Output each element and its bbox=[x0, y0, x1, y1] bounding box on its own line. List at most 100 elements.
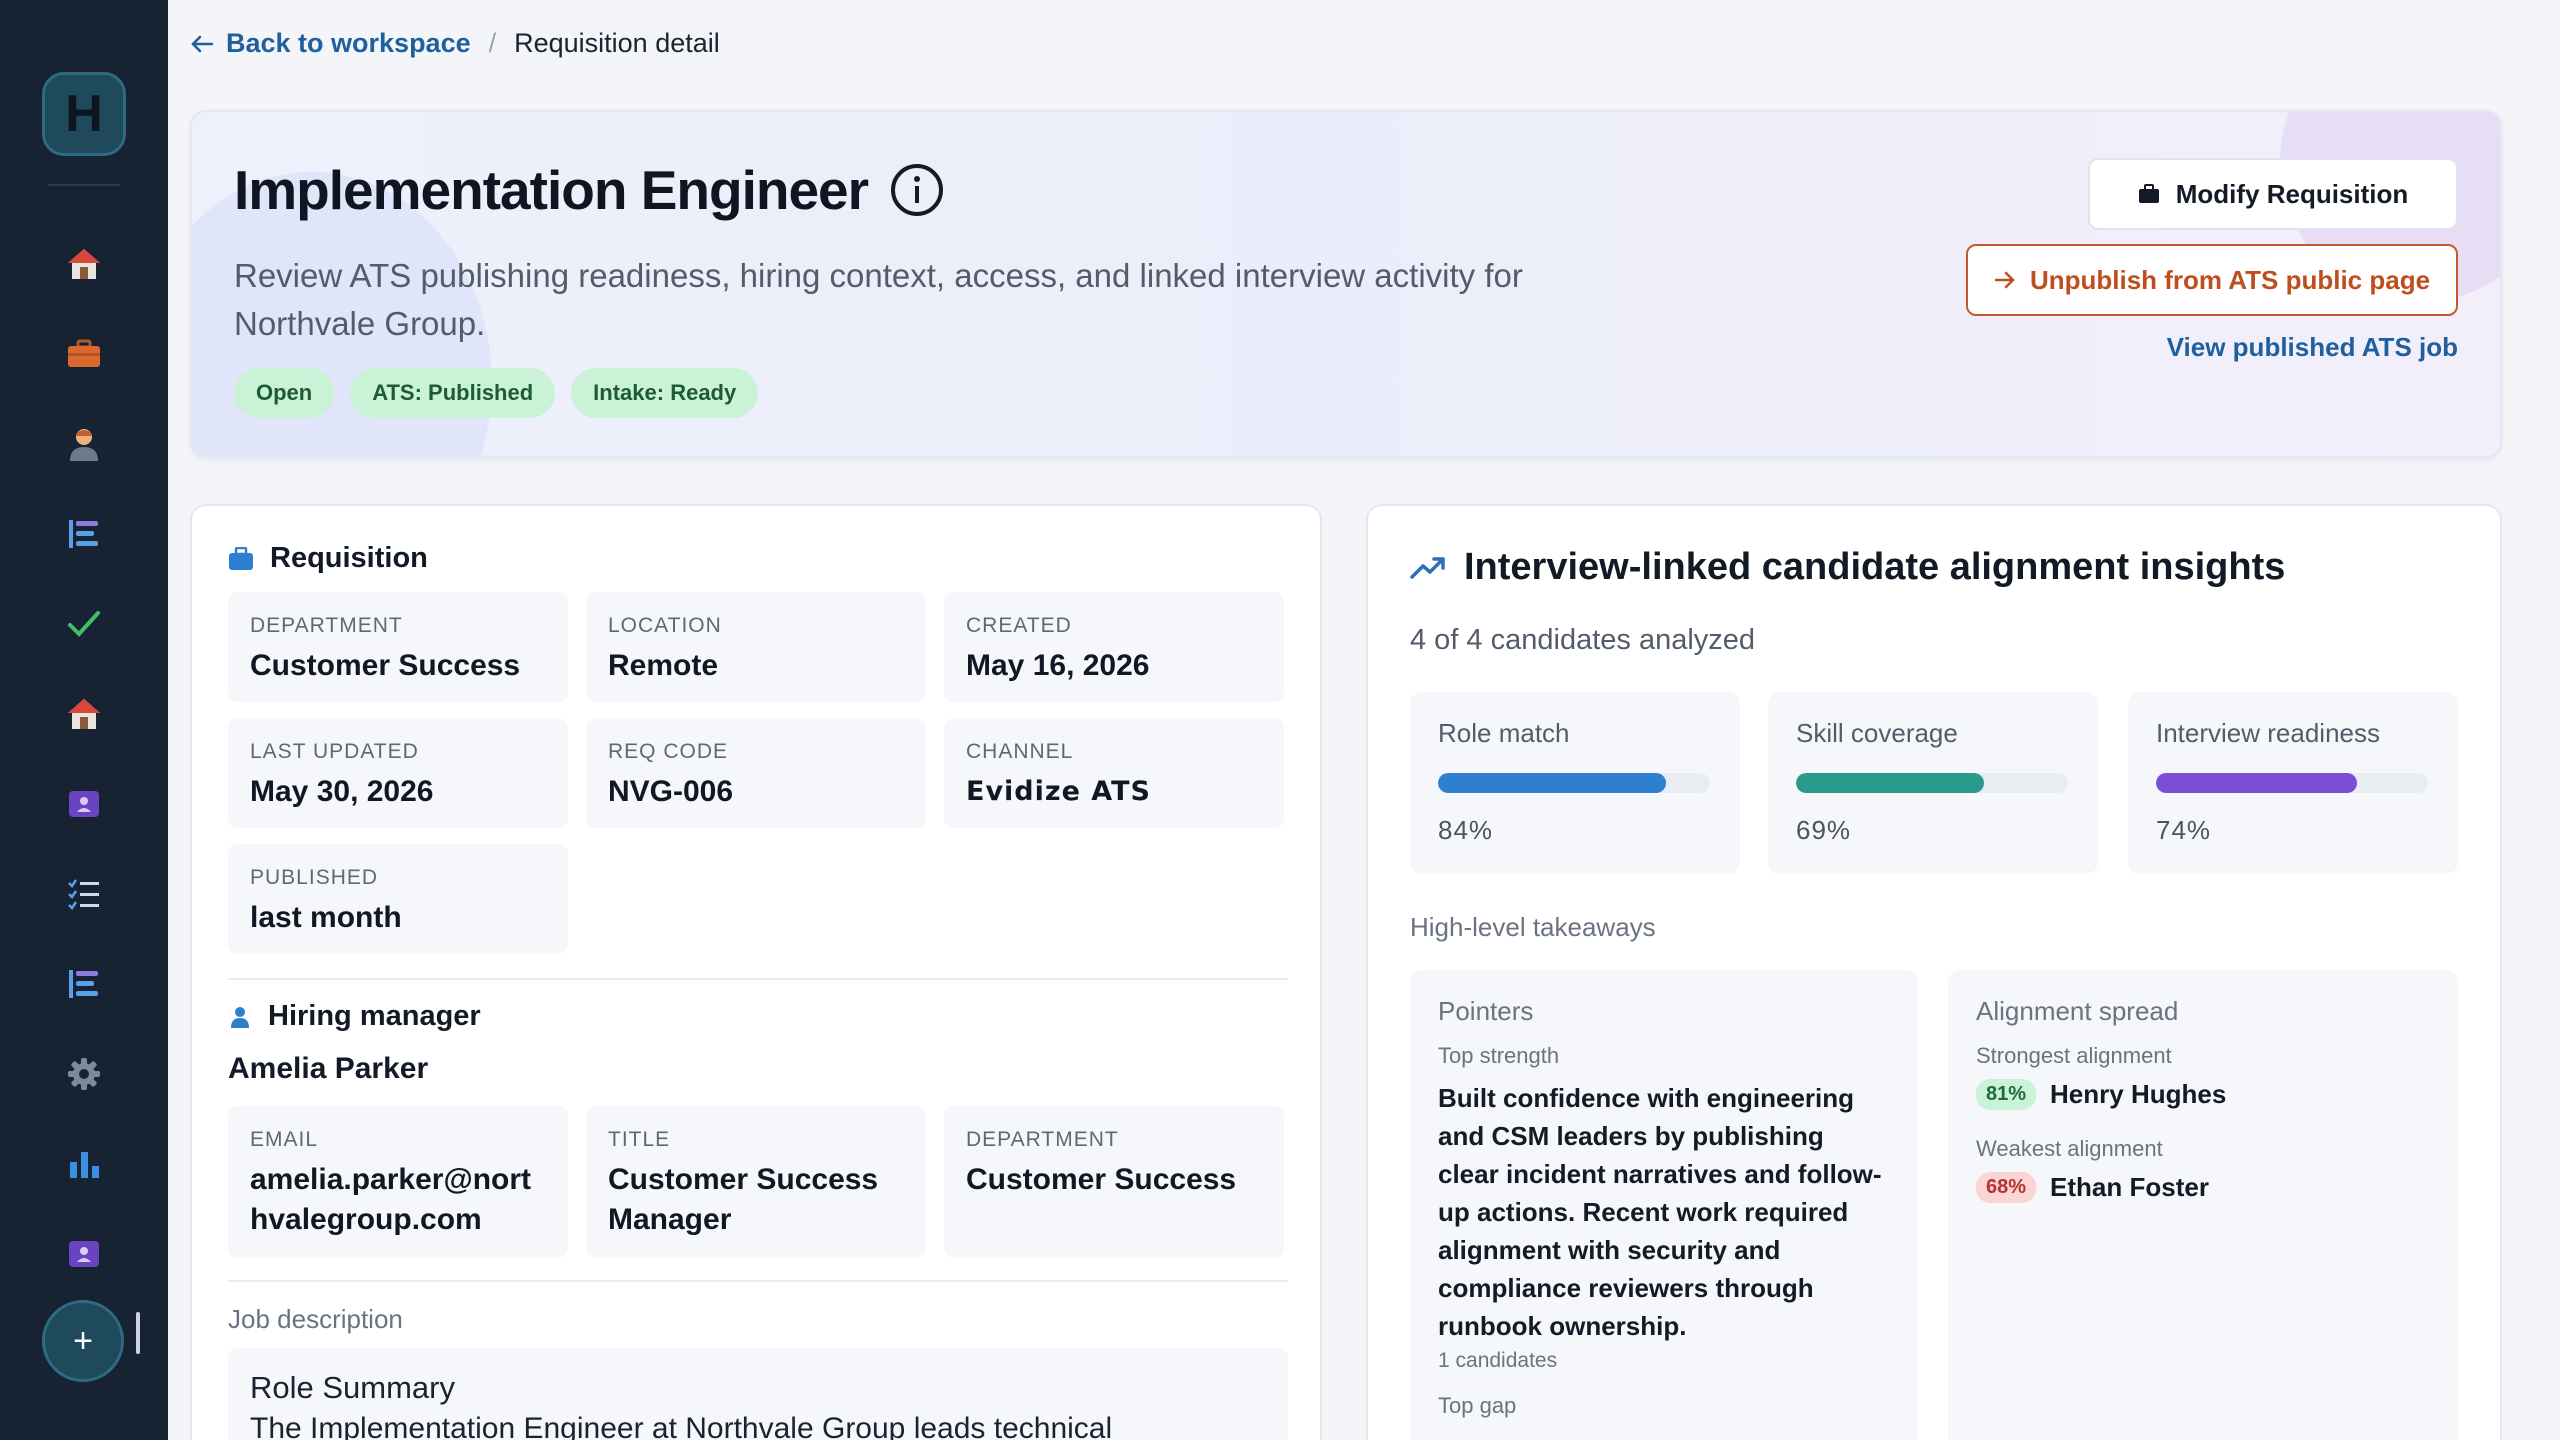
field-value: May 16, 2026 bbox=[966, 649, 1150, 682]
field-value: last month bbox=[250, 901, 402, 934]
metric-role-match: Role match 84% bbox=[1410, 692, 1740, 874]
field-label: Department bbox=[250, 614, 403, 637]
metric-skill-coverage: Skill coverage 69% bbox=[1768, 692, 2098, 874]
strongest-alignment-label: Strongest alignment bbox=[1976, 1043, 2172, 1068]
sidebar-resize-handle[interactable] bbox=[136, 1312, 140, 1354]
metric-bar-fill bbox=[1438, 773, 1667, 793]
strongest-alignment-row[interactable]: 81% Henry Hughes bbox=[1976, 1079, 2430, 1110]
field-published: Published last month bbox=[228, 844, 568, 954]
alignment-spread-title: Alignment spread bbox=[1976, 996, 2179, 1026]
arrow-right-icon bbox=[1994, 271, 2015, 289]
checklist-icon[interactable] bbox=[64, 874, 104, 914]
page-title-text: Implementation Engineer bbox=[234, 159, 869, 221]
job-description-label: Job description bbox=[228, 1304, 403, 1334]
add-button[interactable]: + bbox=[42, 1300, 124, 1382]
info-icon[interactable] bbox=[890, 163, 944, 217]
list-icon[interactable] bbox=[64, 514, 104, 554]
home-icon[interactable] bbox=[64, 694, 104, 734]
pointers-panel: Pointers Top strength Built confidence w… bbox=[1410, 970, 1918, 1440]
page-subtitle: Review ATS publishing readiness, hiring … bbox=[234, 257, 1523, 342]
metric-value: 84% bbox=[1438, 815, 1494, 845]
status-badge: Open bbox=[234, 368, 335, 418]
view-published-job-link[interactable]: View published ATS job bbox=[2167, 332, 2458, 363]
top-strength-count: 1 candidates bbox=[1438, 1349, 1558, 1372]
top-strength-label: Top strength bbox=[1438, 1043, 1560, 1068]
metric-label: Skill coverage bbox=[1796, 718, 1958, 748]
field-value: Remote bbox=[608, 649, 719, 682]
candidates-analyzed: 4 of 4 candidates analyzed bbox=[1410, 624, 1756, 656]
job-description-heading: Role Summary bbox=[250, 1370, 455, 1405]
field-label: Last updated bbox=[250, 740, 419, 763]
field-req-code: Req code NVG-006 bbox=[586, 718, 926, 828]
breadcrumb-separator: / bbox=[488, 28, 497, 58]
field-value: May 30, 2026 bbox=[250, 775, 434, 808]
briefcase-icon[interactable] bbox=[64, 334, 104, 374]
metric-bar bbox=[2156, 773, 2428, 793]
status-badges: Open ATS: Published Intake: Ready bbox=[234, 368, 759, 418]
weakest-alignment-row[interactable]: 68% Ethan Foster bbox=[1976, 1172, 2430, 1203]
metric-bar-fill bbox=[2156, 773, 2358, 793]
field-label: Channel bbox=[966, 740, 1074, 763]
hiring-manager-heading: Hiring manager bbox=[228, 1000, 481, 1033]
field-title: Title Customer Success Manager bbox=[586, 1106, 926, 1258]
field-label: Email bbox=[250, 1128, 319, 1151]
field-label: Created bbox=[966, 614, 1072, 637]
home-icon[interactable] bbox=[64, 244, 104, 284]
hiring-manager-heading-text: Hiring manager bbox=[268, 1000, 481, 1032]
top-strength-text: Built confidence with engineering and CS… bbox=[1438, 1083, 1882, 1341]
breadcrumb-current: Requisition detail bbox=[514, 28, 720, 58]
app-logo[interactable]: H bbox=[42, 72, 126, 156]
breadcrumb: Back to workspace / Requisition detail bbox=[190, 28, 720, 59]
arrow-left-icon bbox=[191, 35, 214, 52]
metric-bar bbox=[1796, 773, 2068, 793]
insights-heading: Interview-linked candidate alignment ins… bbox=[1410, 546, 2285, 589]
metric-label: Interview readiness bbox=[2156, 718, 2380, 748]
requisition-hero: Implementation Engineer Review ATS publi… bbox=[190, 110, 2502, 458]
candidate-name: Henry Hughes bbox=[2050, 1079, 2227, 1109]
back-to-workspace-link[interactable]: Back to workspace bbox=[190, 28, 471, 59]
check-icon[interactable] bbox=[64, 604, 104, 644]
field-value: Customer Success bbox=[966, 1163, 1237, 1196]
modify-requisition-label: Modify Requisition bbox=[2175, 178, 2409, 209]
briefcase-icon bbox=[2138, 184, 2159, 203]
modify-requisition-button[interactable]: Modify Requisition bbox=[2088, 158, 2458, 230]
alignment-spread-panel: Alignment spread Strongest alignment 81%… bbox=[1948, 970, 2458, 1440]
field-email: Email amelia.parker@northvalegroup.com bbox=[228, 1106, 568, 1258]
job-description-box: Role Summary The Implementation Engineer… bbox=[228, 1348, 1288, 1440]
briefcase-icon bbox=[229, 546, 253, 570]
requisition-card: Requisition Department Customer Success … bbox=[190, 504, 1322, 1440]
metric-interview-readiness: Interview readiness 74% bbox=[2128, 692, 2458, 874]
takeaways-label: High-level takeaways bbox=[1410, 912, 1656, 942]
insights-card: Interview-linked candidate alignment ins… bbox=[1366, 504, 2502, 1440]
field-value: amelia.parker@northvalegroup.com bbox=[250, 1163, 532, 1236]
unpublish-label: Unpublish from ATS public page bbox=[2029, 264, 2431, 295]
field-department: Department Customer Success bbox=[228, 592, 568, 702]
field-label: Title bbox=[608, 1128, 671, 1151]
gear-icon[interactable] bbox=[64, 1054, 104, 1094]
page-title: Implementation Engineer bbox=[234, 158, 944, 222]
sidebar: H + bbox=[0, 0, 168, 1440]
metric-value: 74% bbox=[2156, 815, 2212, 845]
contact-card-icon[interactable] bbox=[64, 1234, 104, 1274]
candidate-name: Ethan Foster bbox=[2050, 1172, 2209, 1202]
field-manager-department: Department Customer Success bbox=[944, 1106, 1284, 1258]
bar-chart-icon[interactable] bbox=[64, 1144, 104, 1184]
contact-card-icon[interactable] bbox=[64, 784, 104, 824]
field-label: Location bbox=[608, 614, 722, 637]
person-icon[interactable] bbox=[64, 424, 104, 464]
metric-bar bbox=[1438, 773, 1710, 793]
list-icon[interactable] bbox=[64, 964, 104, 1004]
top-gap-label: Top gap bbox=[1438, 1393, 1517, 1418]
metric-label: Role match bbox=[1438, 718, 1570, 748]
requisition-heading-text: Requisition bbox=[270, 542, 428, 574]
insights-title: Interview-linked candidate alignment ins… bbox=[1464, 546, 2286, 588]
unpublish-button[interactable]: Unpublish from ATS public page bbox=[1966, 244, 2458, 316]
ats-status-badge: ATS: Published bbox=[350, 368, 556, 418]
field-value: Evidize ATS bbox=[966, 776, 1151, 807]
job-description-text: The Implementation Engineer at Northvale… bbox=[250, 1412, 1113, 1440]
weakest-alignment-label: Weakest alignment bbox=[1976, 1136, 2163, 1161]
metric-value: 69% bbox=[1796, 815, 1852, 845]
field-label: Department bbox=[966, 1128, 1119, 1151]
field-location: Location Remote bbox=[586, 592, 926, 702]
field-created: Created May 16, 2026 bbox=[944, 592, 1284, 702]
